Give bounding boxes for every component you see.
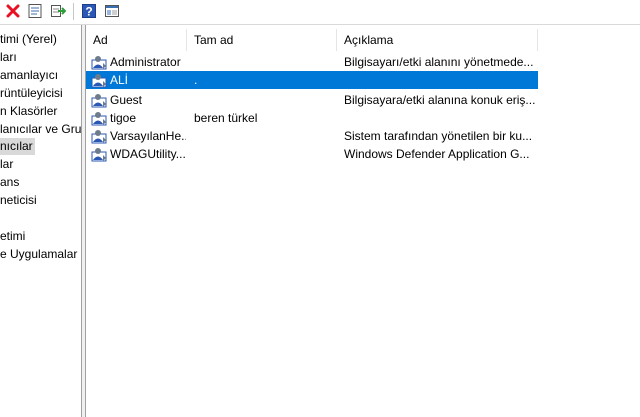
tree-item[interactable]: e Uygulamalar <box>0 246 77 263</box>
tree-item[interactable]: timi (Yerel) <box>0 31 81 48</box>
tree-item[interactable]: neticisi <box>0 192 37 209</box>
user-name: VarsayılanHe... <box>110 129 186 143</box>
user-icon <box>91 94 107 108</box>
tree-item[interactable]: rüntüleyicisi <box>0 85 63 102</box>
user-fullname: beren türkel <box>194 111 258 125</box>
user-name: ALİ <box>110 73 129 87</box>
tree-item[interactable]: lar <box>0 156 13 173</box>
user-fullname <box>194 127 334 145</box>
user-description: Windows Defender Application G... <box>344 147 530 161</box>
user-description: Sistem tarafından yönetilen bir ku... <box>344 129 533 143</box>
tree-item[interactable]: etimi <box>0 228 25 245</box>
show-hide-action-pane-icon[interactable] <box>103 2 121 20</box>
user-fullname <box>194 53 334 71</box>
tree-item[interactable]: lanıcılar ve Gru <box>0 121 81 138</box>
user-icon <box>91 130 107 144</box>
user-fullname <box>194 145 334 163</box>
toolbar: ? <box>0 0 640 25</box>
user-icon <box>91 56 107 70</box>
navigation-tree: timi (Yerel) ları amanlayıcı rüntüleyici… <box>0 25 82 417</box>
user-name: Guest <box>110 93 143 107</box>
tree-item[interactable]: ları <box>0 49 17 66</box>
table-row[interactable]: Administrator Bilgisayarı/etki alanını y… <box>86 53 538 71</box>
tree-item[interactable]: n Klasörler <box>0 103 57 120</box>
user-name: Administrator <box>110 55 181 69</box>
user-description <box>344 71 538 89</box>
table-row[interactable]: WDAGUtility... Windows Defender Applicat… <box>86 145 538 163</box>
table-row[interactable]: VarsayılanHe... Sistem tarafından yöneti… <box>86 127 538 145</box>
toolbar-separator <box>73 3 74 20</box>
user-description: Bilgisayarı/etki alanını yönetmede... <box>344 55 534 69</box>
user-name: WDAGUtility... <box>110 147 186 161</box>
user-description: Bilgisayara/etki alanına konuk eriş... <box>344 93 536 107</box>
delete-icon[interactable] <box>4 2 22 20</box>
tree-item[interactable]: ans <box>0 174 19 191</box>
svg-text:?: ? <box>85 5 92 19</box>
tree-item[interactable]: amanlayıcı <box>0 67 58 84</box>
table-row[interactable]: Guest Bilgisayara/etki alanına konuk eri… <box>86 91 538 109</box>
user-fullname: . <box>194 73 198 87</box>
properties-icon[interactable] <box>26 2 44 20</box>
users-list-view: Ad Tam ad Açıklama Administrator Bilgisa… <box>85 25 640 417</box>
list-header: Ad Tam ad Açıklama <box>86 29 538 51</box>
user-fullname <box>194 91 334 109</box>
column-header-description[interactable]: Açıklama <box>337 29 538 51</box>
tree-item-users-selected[interactable]: nıcılar <box>0 138 35 155</box>
user-icon <box>91 112 107 126</box>
column-header-fullname[interactable]: Tam ad <box>187 29 337 51</box>
table-row-selected[interactable]: ALİ . <box>86 71 538 89</box>
user-name: tigoe <box>110 111 137 125</box>
user-icon <box>91 148 107 162</box>
user-icon <box>91 74 107 88</box>
table-row[interactable]: tigoe beren türkel <box>86 109 538 127</box>
help-icon[interactable]: ? <box>80 2 98 20</box>
user-description <box>344 109 538 127</box>
export-list-icon[interactable] <box>49 2 67 20</box>
column-header-name[interactable]: Ad <box>86 29 187 51</box>
